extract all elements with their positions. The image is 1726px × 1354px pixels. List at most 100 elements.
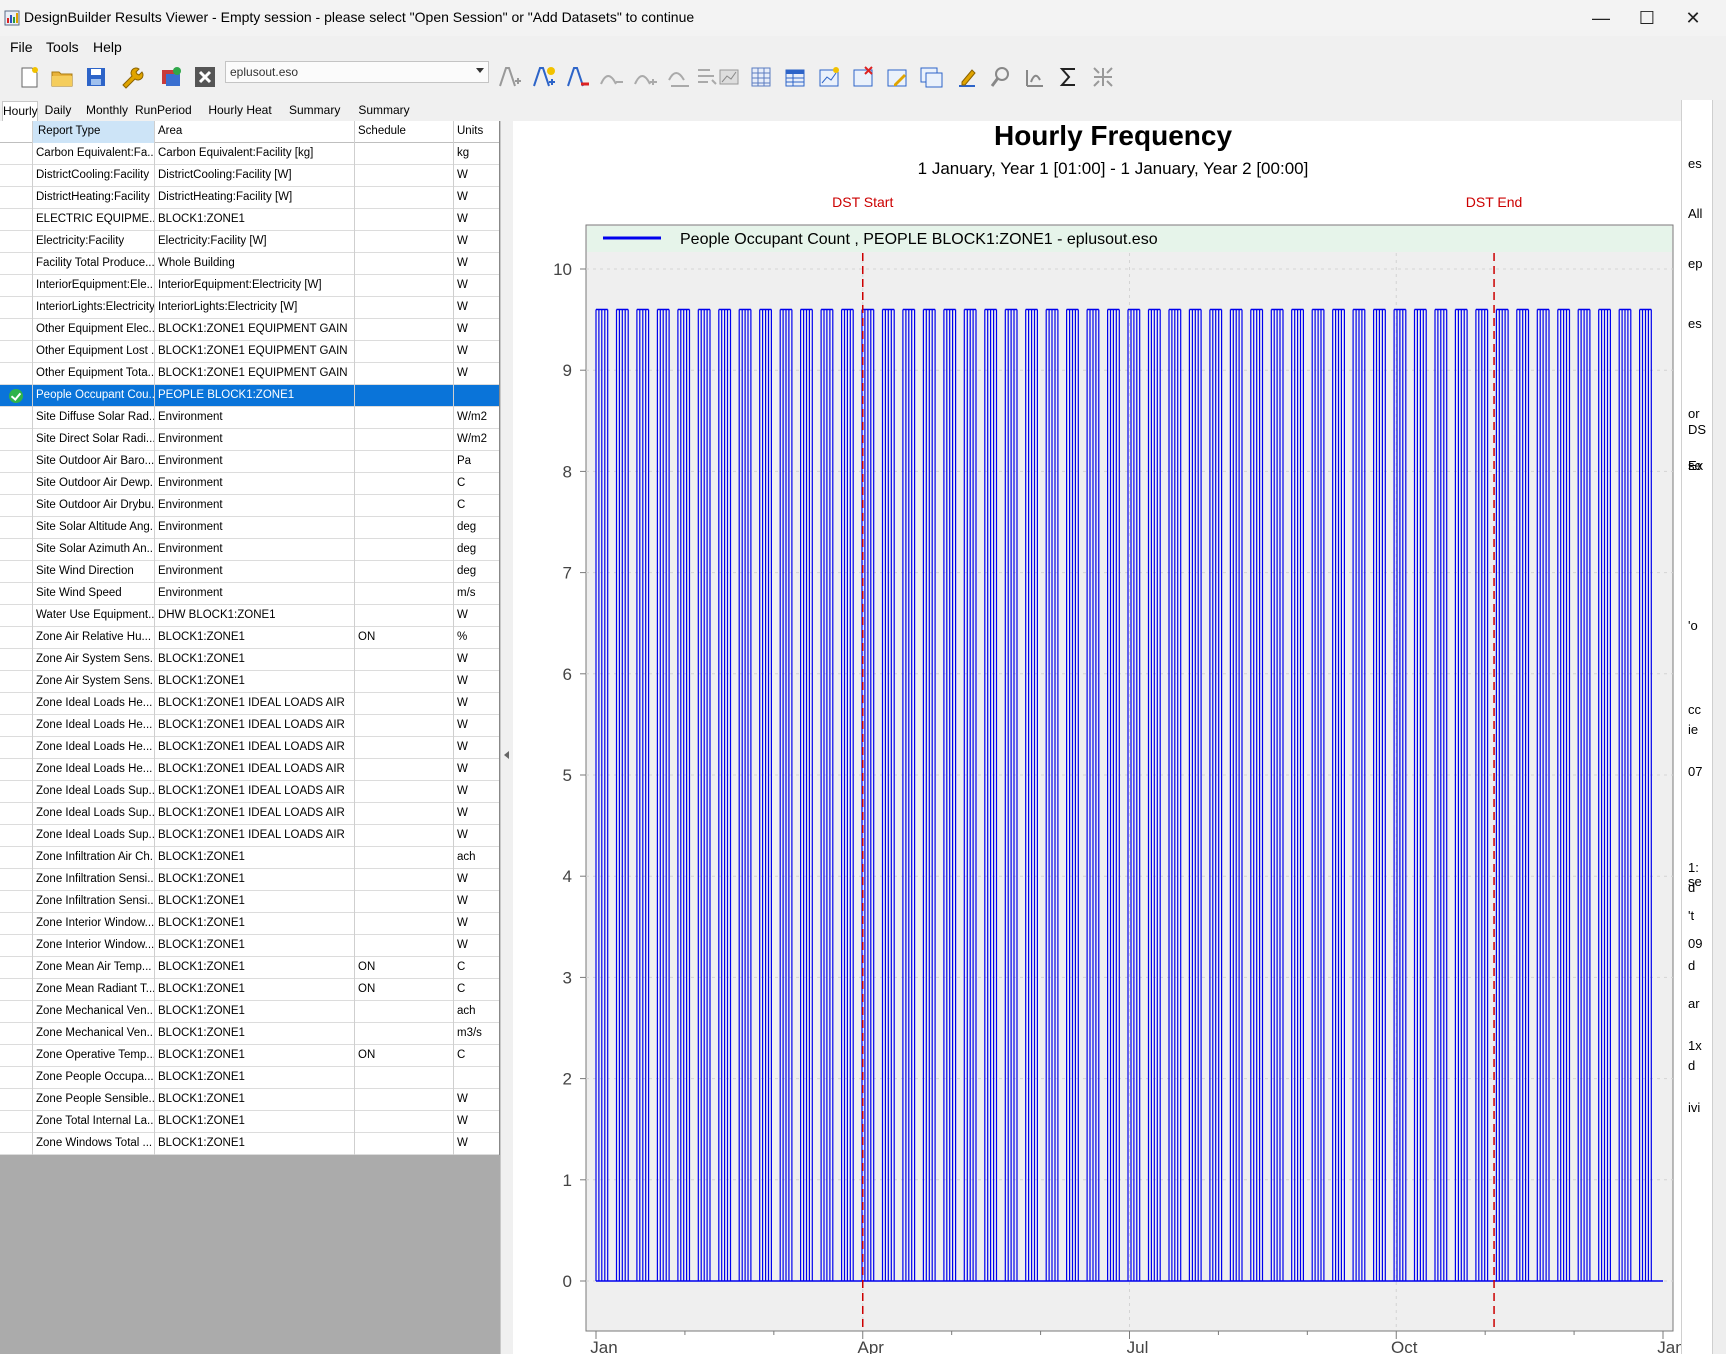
table-row[interactable]: Zone Mean Air Temp... BLOCK1:ZONE1 ON C <box>0 957 500 979</box>
row-indicator[interactable] <box>0 957 33 979</box>
edit-chart-icon[interactable] <box>882 62 912 92</box>
header-units[interactable]: Units <box>454 121 500 143</box>
row-indicator[interactable] <box>0 1001 33 1023</box>
row-indicator[interactable] <box>0 847 33 869</box>
table-row[interactable]: DistrictHeating:Facility DistrictHeating:… <box>0 187 500 209</box>
row-indicator[interactable] <box>0 1023 33 1045</box>
table-row[interactable]: Site Outdoor Air Drybu... Environment C <box>0 495 500 517</box>
open-session-icon[interactable] <box>47 62 77 92</box>
table-row[interactable]: People Occupant Cou... PEOPLE BLOCK1:ZONE… <box>0 385 500 407</box>
table-row[interactable]: Zone People Sensible... BLOCK1:ZONE1 W <box>0 1089 500 1111</box>
chart-icon[interactable] <box>714 62 744 92</box>
row-indicator[interactable] <box>0 605 33 627</box>
table-row[interactable]: Zone People Occupa... BLOCK1:ZONE1 <box>0 1067 500 1089</box>
row-indicator[interactable] <box>0 737 33 759</box>
row-indicator[interactable] <box>0 583 33 605</box>
table-row[interactable]: Site Diffuse Solar Rad... Environment W/m2 <box>0 407 500 429</box>
tab-summary-charts[interactable]: Summary Charts <box>343 101 425 135</box>
row-indicator[interactable] <box>0 693 33 715</box>
copy-chart-icon[interactable] <box>916 62 946 92</box>
row-indicator[interactable] <box>0 979 33 1001</box>
tab-summary[interactable]: Summary <box>289 101 340 121</box>
table-row[interactable]: Other Equipment Tota... BLOCK1:ZONE1 EQUI… <box>0 363 500 385</box>
row-indicator[interactable] <box>0 517 33 539</box>
row-indicator[interactable] <box>0 1089 33 1111</box>
table-row[interactable]: Other Equipment Lost ... BLOCK1:ZONE1 EQU… <box>0 341 500 363</box>
table-row[interactable]: Zone Air System Sens... BLOCK1:ZONE1 W <box>0 649 500 671</box>
row-indicator[interactable] <box>0 165 33 187</box>
tab-runperiod[interactable]: RunPeriod <box>135 101 192 121</box>
minimize-button[interactable]: — <box>1578 0 1624 36</box>
tab-daily[interactable]: Daily <box>42 101 74 121</box>
remove-series-icon[interactable] <box>562 62 592 92</box>
table-row[interactable]: Zone Mechanical Ven... BLOCK1:ZONE1 ach <box>0 1001 500 1023</box>
table-row[interactable]: Other Equipment Elec... BLOCK1:ZONE1 EQUI… <box>0 319 500 341</box>
row-indicator[interactable] <box>0 495 33 517</box>
row-indicator[interactable] <box>0 561 33 583</box>
row-indicator[interactable] <box>0 781 33 803</box>
row-indicator[interactable] <box>0 297 33 319</box>
table-row[interactable]: Zone Ideal Loads He... BLOCK1:ZONE1 IDEAL… <box>0 759 500 781</box>
table-row[interactable]: Zone Air Relative Hu... BLOCK1:ZONE1 ON% <box>0 627 500 649</box>
panel-splitter[interactable] <box>500 121 513 1354</box>
row-indicator[interactable] <box>0 363 33 385</box>
row-indicator[interactable] <box>0 341 33 363</box>
table-row[interactable]: Zone Ideal Loads Sup... BLOCK1:ZONE1 IDEA… <box>0 825 500 847</box>
row-indicator[interactable] <box>0 1111 33 1133</box>
series-down-icon[interactable] <box>630 62 660 92</box>
new-chart-icon[interactable] <box>814 62 844 92</box>
save-icon[interactable] <box>81 62 111 92</box>
row-indicator[interactable] <box>0 143 33 165</box>
tab-hourly[interactable]: Hourly <box>2 101 38 121</box>
row-indicator[interactable] <box>0 715 33 737</box>
table-row[interactable]: Site Solar Altitude Ang... Environment deg <box>0 517 500 539</box>
row-indicator[interactable] <box>0 473 33 495</box>
header-area[interactable]: Area <box>155 121 355 143</box>
table-row[interactable]: Zone Interior Window... BLOCK1:ZONE1 W <box>0 913 500 935</box>
table-row[interactable]: Zone Ideal Loads Sup... BLOCK1:ZONE1 IDEA… <box>0 781 500 803</box>
remove-dataset-icon[interactable] <box>190 62 220 92</box>
series-edit-icon[interactable] <box>664 62 694 92</box>
table-row[interactable]: Site Direct Solar Radi... Environment W/m2 <box>0 429 500 451</box>
row-indicator[interactable] <box>0 803 33 825</box>
collapse-arrow-icon[interactable] <box>504 751 509 759</box>
add-new-series-icon[interactable] <box>528 62 558 92</box>
row-indicator[interactable] <box>0 451 33 473</box>
add-datasets-icon[interactable] <box>156 62 186 92</box>
row-indicator[interactable] <box>0 869 33 891</box>
row-indicator[interactable] <box>0 187 33 209</box>
menu-tools[interactable]: Tools <box>46 39 79 55</box>
header-schedule[interactable]: Schedule <box>355 121 454 143</box>
series-up-icon[interactable] <box>596 62 626 92</box>
table-row[interactable]: Site Wind Direction Environment deg <box>0 561 500 583</box>
new-session-icon[interactable] <box>14 62 44 92</box>
row-indicator[interactable] <box>0 649 33 671</box>
table-row[interactable]: Water Use Equipment... DHW BLOCK1:ZONE1 W <box>0 605 500 627</box>
menu-help[interactable]: Help <box>93 39 122 55</box>
row-indicator[interactable] <box>0 429 33 451</box>
pan-icon[interactable] <box>1019 62 1049 92</box>
resize-icon[interactable] <box>1088 62 1118 92</box>
table-row[interactable]: Zone Mean Radiant T... BLOCK1:ZONE1 ON C <box>0 979 500 1001</box>
table-row[interactable]: Zone Mechanical Ven... BLOCK1:ZONE1 m3/s <box>0 1023 500 1045</box>
dataset-select[interactable]: eplusout.eso <box>225 61 489 83</box>
table-export-icon[interactable] <box>780 62 810 92</box>
row-indicator[interactable] <box>0 891 33 913</box>
table-row[interactable]: Zone Infiltration Sensi... BLOCK1:ZONE1 W <box>0 891 500 913</box>
row-indicator[interactable] <box>0 275 33 297</box>
table-row[interactable]: Zone Ideal Loads He... BLOCK1:ZONE1 IDEAL… <box>0 715 500 737</box>
table-icon[interactable] <box>746 62 776 92</box>
row-indicator[interactable] <box>0 1067 33 1089</box>
table-row[interactable]: Carbon Equivalent:Fa... Carbon Equivalent… <box>0 143 500 165</box>
row-indicator[interactable] <box>0 935 33 957</box>
table-row[interactable]: Electricity:Facility Electricity:Facility… <box>0 231 500 253</box>
table-row[interactable]: Zone Interior Window... BLOCK1:ZONE1 W <box>0 935 500 957</box>
table-row[interactable]: InteriorEquipment:Ele... InteriorEquipmen… <box>0 275 500 297</box>
row-indicator[interactable] <box>0 539 33 561</box>
table-row[interactable]: Site Outdoor Air Baro... Environment Pa <box>0 451 500 473</box>
table-row[interactable]: ELECTRIC EQUIPME... BLOCK1:ZONE1 W <box>0 209 500 231</box>
row-indicator[interactable] <box>0 231 33 253</box>
row-indicator[interactable] <box>0 1045 33 1067</box>
row-indicator[interactable] <box>0 825 33 847</box>
table-row[interactable]: Zone Operative Temp... BLOCK1:ZONE1 ON C <box>0 1045 500 1067</box>
